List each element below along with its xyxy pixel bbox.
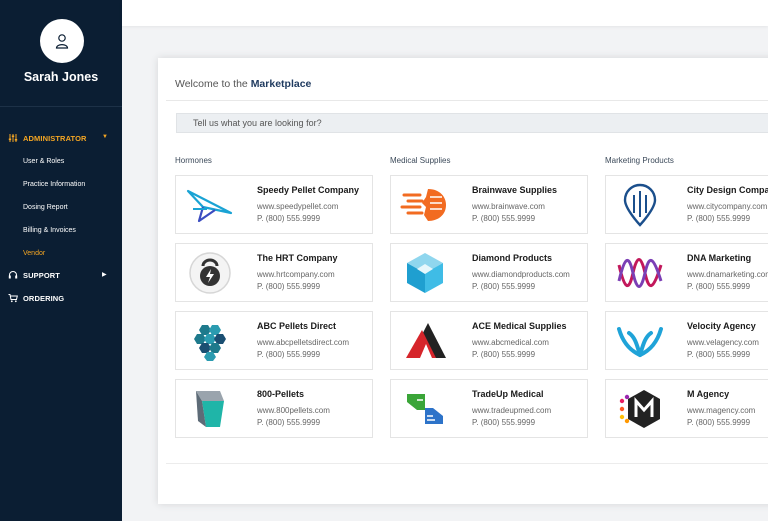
kettlebell-logo-icon [180, 250, 240, 296]
page-title: Welcome to the Marketplace [175, 78, 311, 90]
caret-down-icon: ▼ [102, 134, 108, 140]
card-bottom-divider [166, 463, 768, 464]
nav-vendor[interactable]: Vendor [23, 247, 45, 259]
nav-support-label: SUPPORT [23, 270, 60, 280]
city-pin-logo-icon [610, 182, 670, 228]
nav-support[interactable]: SUPPORT [8, 268, 60, 282]
vendor-phone: P. (800) 555.9999 [257, 350, 321, 359]
nav-ordering[interactable]: ORDERING [8, 291, 64, 305]
vendor-phone: P. (800) 555.9999 [472, 282, 536, 291]
m-hexagon-logo-icon [610, 386, 670, 432]
vendor-url[interactable]: www.brainwave.com [472, 202, 545, 211]
sidebar-divider [0, 106, 122, 107]
vendor-tile[interactable]: 800-Pellets www.800pellets.com P. (800) … [175, 379, 373, 438]
nav-administrator-label: ADMINISTRATOR [23, 133, 87, 143]
vendor-name: TradeUp Medical [472, 389, 544, 399]
vendor-tile[interactable]: Diamond Products www.diamondproducts.com… [390, 243, 588, 302]
nav-dosing-report[interactable]: Dosing Report [23, 201, 68, 213]
handshake-logo-icon [395, 386, 455, 432]
top-bar [122, 0, 768, 26]
vendor-phone: P. (800) 555.9999 [472, 350, 536, 359]
vendor-tile[interactable]: Velocity Agency www.velagency.com P. (80… [605, 311, 768, 370]
wings-logo-icon [610, 318, 670, 364]
vendor-tile[interactable]: ACE Medical Supplies www.abcmedical.com … [390, 311, 588, 370]
nav-billing-invoices[interactable]: Billing & Invoices [23, 224, 76, 236]
vendor-phone: P. (800) 555.9999 [687, 214, 751, 223]
nav-ordering-label: ORDERING [23, 293, 65, 303]
vendor-tile[interactable]: ABC Pellets Direct www.abcpelletsdirect.… [175, 311, 373, 370]
vendor-tile[interactable]: TradeUp Medical www.tradeupmed.com P. (8… [390, 379, 588, 438]
vendor-url[interactable]: www.abcmedical.com [472, 338, 549, 347]
folded-shape-logo-icon [180, 386, 240, 432]
search-input[interactable] [176, 113, 768, 133]
category-heading-hormones: Hormones [175, 156, 212, 165]
vendor-phone: P. (800) 555.9999 [472, 214, 536, 223]
vendor-name: The HRT Company [257, 253, 338, 263]
vendor-url[interactable]: www.diamondproducts.com [472, 270, 570, 279]
paper-plane-logo-icon [180, 182, 240, 228]
vendor-name: Brainwave Supplies [472, 185, 558, 195]
vendor-tile[interactable]: Brainwave Supplies www.brainwave.com P. … [390, 175, 588, 234]
vendor-url[interactable]: www.800pellets.com [257, 406, 330, 415]
user-icon [55, 34, 69, 49]
vendor-url[interactable]: www.citycompany.com [687, 202, 767, 211]
vendor-name: Speedy Pellet Company [257, 185, 360, 195]
caret-right-icon: ▶ [102, 272, 107, 278]
vendor-tile[interactable]: The HRT Company www.hrtcompany.com P. (8… [175, 243, 373, 302]
avatar[interactable] [40, 19, 84, 63]
vendor-name: Velocity Agency [687, 321, 756, 331]
headset-icon [8, 270, 18, 280]
vendor-phone: P. (800) 555.9999 [257, 214, 321, 223]
vendor-url[interactable]: www.abcpelletsdirect.com [257, 338, 349, 347]
title-divider [166, 100, 768, 101]
nav-user-roles[interactable]: User & Roles [23, 155, 64, 167]
cube-logo-icon [395, 250, 455, 296]
user-name: Sarah Jones [23, 70, 99, 84]
sidebar: Sarah Jones ADMINISTRATOR ▼ User & Roles… [0, 0, 122, 521]
vendor-phone: P. (800) 555.9999 [687, 418, 751, 427]
vendor-phone: P. (800) 555.9999 [687, 350, 751, 359]
nav-practice-information[interactable]: Practice Information [23, 178, 85, 190]
sliders-icon [8, 133, 18, 143]
vendor-name: M Agency [687, 389, 730, 399]
vendor-tile[interactable]: City Design Company www.citycompany.com … [605, 175, 768, 234]
cart-icon [8, 293, 18, 303]
vendor-url[interactable]: www.dnamarketing.com [687, 270, 768, 279]
vendor-phone: P. (800) 555.9999 [472, 418, 536, 427]
speed-head-logo-icon [395, 182, 455, 228]
vendor-url[interactable]: www.magency.com [687, 406, 755, 415]
vendor-name: Diamond Products [472, 253, 553, 263]
vendor-url[interactable]: www.velagency.com [687, 338, 759, 347]
marketplace-card: Welcome to the Marketplace Hormones Medi… [158, 58, 768, 504]
vendor-tile[interactable]: M Agency www.magency.com P. (800) 555.99… [605, 379, 768, 438]
vendor-url[interactable]: www.speedypellet.com [257, 202, 338, 211]
vendor-phone: P. (800) 555.9999 [257, 418, 321, 427]
vendor-phone: P. (800) 555.9999 [257, 282, 321, 291]
vendor-name: City Design Company [687, 185, 768, 195]
vendor-phone: P. (800) 555.9999 [687, 282, 751, 291]
nav-administrator[interactable]: ADMINISTRATOR [8, 131, 87, 145]
page-title-prefix: Welcome to the [175, 78, 248, 90]
dna-wave-logo-icon [610, 250, 670, 296]
vendor-tile[interactable]: Speedy Pellet Company www.speedypellet.c… [175, 175, 373, 234]
vendor-name: ABC Pellets Direct [257, 321, 337, 331]
page-title-strong: Marketplace [250, 78, 312, 90]
triangle-a-logo-icon [395, 318, 455, 364]
vendor-url[interactable]: www.tradeupmed.com [472, 406, 551, 415]
category-heading-medical-supplies: Medical Supplies [390, 156, 451, 165]
vendor-tile[interactable]: DNA Marketing www.dnamarketing.com P. (8… [605, 243, 768, 302]
vendor-name: ACE Medical Supplies [472, 321, 567, 331]
vendor-url[interactable]: www.hrtcompany.com [257, 270, 335, 279]
vendor-name: DNA Marketing [687, 253, 752, 263]
vendor-name: 800-Pellets [257, 389, 305, 399]
category-heading-marketing-products: Marketing Products [605, 156, 674, 165]
hex-head-logo-icon [180, 318, 240, 364]
